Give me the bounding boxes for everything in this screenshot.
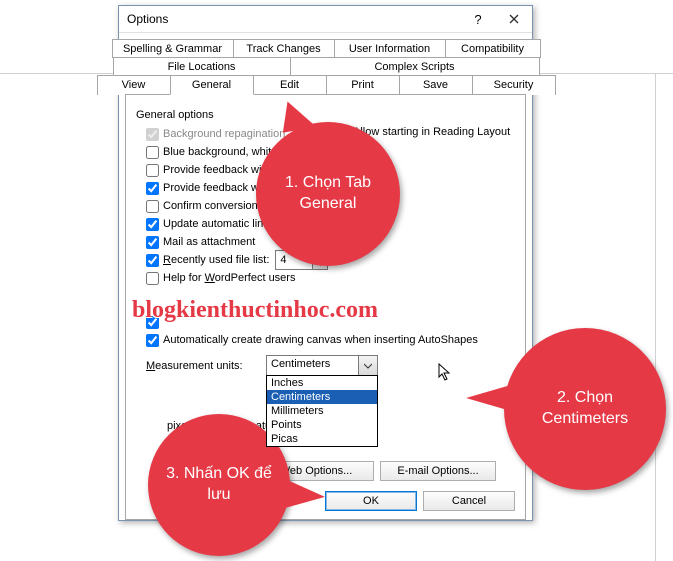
- tab-edit[interactable]: Edit: [253, 75, 327, 95]
- callout-2: 2. Chọn Centimeters: [504, 328, 666, 490]
- callout-3-text: 3. Nhấn OK để lưu: [158, 464, 280, 506]
- tab-view[interactable]: View: [97, 75, 171, 95]
- tab-compatibility[interactable]: Compatibility: [445, 39, 541, 58]
- close-icon: [509, 14, 519, 24]
- measurement-option-inches[interactable]: Inches: [267, 376, 377, 390]
- measurement-units-row: Measurement units: Measurement units: Ce…: [146, 355, 515, 377]
- opt-autoshapes[interactable]: [146, 334, 159, 347]
- ok-button[interactable]: OK: [325, 491, 417, 511]
- tab-file-locations[interactable]: File Locations: [113, 57, 291, 76]
- opt-autoshapes-row: Automatically create drawing canvas when…: [146, 331, 515, 349]
- opt-update-links[interactable]: [146, 218, 159, 231]
- email-options-button[interactable]: E-mail Options...: [380, 461, 496, 481]
- help-button[interactable]: ?: [460, 6, 496, 32]
- callout-1-text: 1. Chọn Tab General: [266, 173, 390, 215]
- close-button[interactable]: [496, 6, 532, 32]
- measurement-units-dropdown-button[interactable]: [358, 356, 377, 376]
- opt-confirm-conversion[interactable]: [146, 200, 159, 213]
- opt-wordperfect[interactable]: [146, 272, 159, 285]
- opt-mail-attachment[interactable]: [146, 236, 159, 249]
- tab-save[interactable]: Save: [399, 75, 473, 95]
- titlebar: Options ?: [119, 6, 532, 33]
- tab-track-changes[interactable]: Track Changes: [233, 39, 335, 58]
- tab-complex-scripts[interactable]: Complex Scripts: [290, 57, 540, 76]
- measurement-units-dropdown: Inches Centimeters Millimeters Points Pi…: [266, 375, 378, 447]
- cancel-button[interactable]: Cancel: [423, 491, 515, 511]
- opt-recent-files[interactable]: [146, 254, 159, 267]
- chevron-down-icon: [364, 362, 372, 370]
- opt-feedback-sound[interactable]: [146, 164, 159, 177]
- opt-feedback-animation[interactable]: [146, 182, 159, 195]
- measurement-units-combo[interactable]: Centimeters: [266, 355, 378, 377]
- opt-wordperfect-label: Help for WordPerfect users: [163, 272, 295, 284]
- watermark: blogkienthuctinhoc.com: [132, 297, 378, 324]
- dialog-title: Options: [119, 12, 460, 26]
- opt-background-repagination-label: Background repagination: [163, 128, 285, 140]
- tab-general[interactable]: General: [170, 75, 254, 95]
- opt-reading-layout-label: Allow starting in Reading Layout: [353, 126, 510, 138]
- callout-2-text: 2. Chọn Centimeters: [514, 388, 656, 430]
- cursor-icon: [438, 363, 454, 386]
- tab-security[interactable]: Security: [472, 75, 556, 95]
- tab-print[interactable]: Print: [326, 75, 400, 95]
- tab-user-information[interactable]: User Information: [334, 39, 446, 58]
- tab-spelling-grammar[interactable]: Spelling & Grammar: [112, 39, 234, 58]
- measurement-option-picas[interactable]: Picas: [267, 432, 377, 446]
- opt-recent-files-label: RRecently used file list:ecently used fi…: [163, 254, 269, 266]
- opt-background-repagination: [146, 128, 159, 141]
- measurement-units-value: Centimeters: [267, 356, 358, 376]
- measurement-option-centimeters[interactable]: Centimeters: [267, 390, 377, 404]
- callout-1: 1. Chọn Tab General: [256, 122, 400, 266]
- measurement-units-label: Measurement units:: [146, 360, 266, 372]
- opt-blue-background[interactable]: [146, 146, 159, 159]
- opt-autoshapes-label: Automatically create drawing canvas when…: [163, 334, 478, 346]
- opt-mail-attachment-label: Mail as attachment: [163, 236, 255, 248]
- opt-wordperfect-row: Help for WordPerfect users Help for Word…: [146, 269, 515, 287]
- measurement-option-points[interactable]: Points: [267, 418, 377, 432]
- measurement-option-millimeters[interactable]: Millimeters: [267, 404, 377, 418]
